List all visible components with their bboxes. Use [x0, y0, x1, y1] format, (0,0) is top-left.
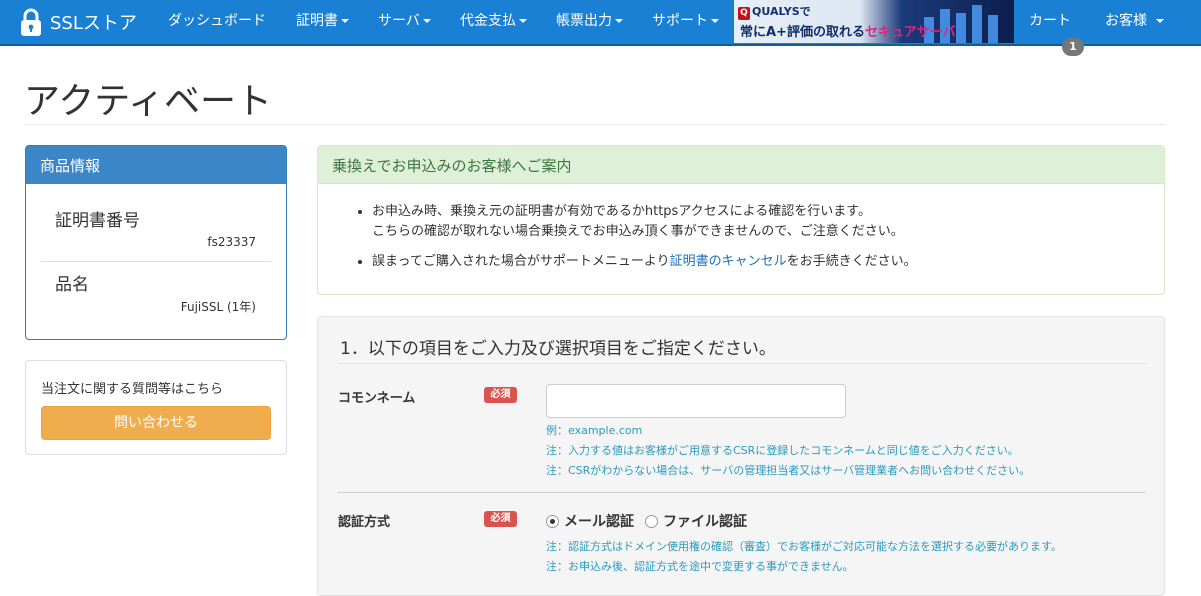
product-name-value: FujiSSL (1年) [180, 300, 256, 314]
nav-account-label: お客様 [1105, 13, 1147, 29]
common-name-label: コモンネーム [338, 391, 416, 406]
auth-file-label: ファイル認証 [663, 514, 747, 530]
auth-email-radio[interactable]: メール認証 [546, 511, 634, 531]
caret-down-icon [519, 19, 527, 23]
contact-button[interactable]: 問い合わせる [41, 406, 271, 440]
radio-unselected-icon [645, 514, 658, 528]
nav-reports[interactable]: 帳票出力 [556, 0, 623, 44]
nav-reports-label: 帳票出力 [556, 13, 612, 29]
banner-line2-prefix: 常にA+評価の取れる [740, 25, 865, 40]
auth-file-radio[interactable]: ファイル認証 [645, 511, 747, 531]
banner-suffix: で [799, 5, 811, 18]
nav-support[interactable]: サポート [652, 0, 719, 44]
required-badge: 必須 [484, 387, 517, 403]
notice-item2-prefix: 誤まってご購入された場合がサポートメニューより [372, 254, 670, 269]
nav-dashboard[interactable]: ダッシュボード [168, 0, 266, 44]
radio-selected-icon [546, 514, 559, 528]
divider [338, 492, 1146, 493]
nav-account[interactable]: お客様 [1105, 0, 1164, 44]
banner-line2: 常にA+評価の取れるセキュアサーバ [740, 21, 956, 40]
notice-list: お申込み時、乗換え元の証明書が有効であるかhttpsアクセスによる確認を行います… [372, 202, 917, 282]
banner-line2-highlight: セキュアサーバ [864, 25, 956, 40]
cert-number-label: 証明書番号 [55, 211, 140, 231]
form-step-title: 1．以下の項目をご入力及び選択項目をご指定ください。 [340, 339, 776, 359]
nav-cart[interactable]: カート [1029, 0, 1071, 44]
brand-link[interactable]: SSLストア [18, 0, 137, 44]
notice-item1-line2: こちらの確認が取れない場合乗換えでお申込み頂く事ができませんので、ご注意ください… [372, 224, 904, 239]
brand-name: SSLストア [50, 13, 137, 34]
required-badge: 必須 [484, 511, 517, 527]
common-name-help-note1: 注：入力する値はお客様がご用意するCSRに登録したコモンネームと同じ値をご入力く… [546, 444, 1019, 457]
notice-item2-suffix: をお手続きください。 [786, 254, 917, 269]
banner-brand: QUALYS [752, 5, 800, 18]
nav-support-label: サポート [652, 13, 708, 29]
caret-down-icon [422, 19, 431, 23]
auth-method-help-note1: 注：認証方式はドメイン使用権の確認（審査）でお客様がご対応可能な方法を選択する必… [546, 540, 1062, 553]
nav-payment-label: 代金支払 [460, 13, 516, 29]
banner-line1: Q QUALYSで [738, 3, 811, 20]
common-name-input[interactable] [546, 384, 846, 418]
nav-dashboard-label: ダッシュボード [168, 13, 266, 29]
nav-certificates[interactable]: 証明書 [296, 0, 349, 44]
common-name-help-note2: 注：CSRがわからない場合は、サーバの管理担当者又はサーバ管理業者へお問い合わせ… [546, 464, 1031, 477]
cart-count-badge: 1 [1062, 38, 1084, 56]
contact-text: 当注文に関する質問等はこちら [41, 382, 224, 397]
caret-down-icon [711, 19, 719, 23]
list-item: 誤まってご購入された場合がサポートメニューより証明書のキャンセルをお手続きくださ… [372, 252, 917, 272]
notice-heading: 乗換えでお申込みのお客様へご案内 [318, 146, 1164, 184]
divider [24, 124, 1165, 125]
top-navbar: SSLストア ダッシュボード 証明書 サーバ 代金支払 帳票出力 サポート QQ… [0, 0, 1201, 46]
caret-down-icon [341, 19, 349, 23]
banner-building [972, 5, 982, 43]
divider [338, 363, 1146, 364]
page-title: アクティベート [24, 81, 273, 122]
lock-icon [18, 7, 44, 37]
list-item: お申込み時、乗換え元の証明書が有効であるかhttpsアクセスによる確認を行います… [372, 202, 917, 242]
transfer-notice-panel: 乗換えでお申込みのお客様へご案内 お申込み時、乗換え元の証明書が有効であるかht… [317, 145, 1165, 295]
nav-servers-label: サーバ [378, 13, 420, 29]
caret-down-icon [1156, 19, 1164, 23]
product-name-label: 品名 [55, 275, 89, 295]
auth-method-label: 認証方式 [338, 515, 391, 530]
cancel-certificate-link[interactable]: 証明書のキャンセル [670, 254, 787, 269]
nav-servers[interactable]: サーバ [378, 0, 431, 44]
caret-down-icon [615, 19, 623, 23]
nav-cart-label: カート [1029, 13, 1071, 29]
divider [41, 261, 271, 262]
common-name-help-example: 例：example.com [546, 424, 643, 437]
activation-form-panel: 1．以下の項目をご入力及び選択項目をご指定ください。 コモンネーム 必須 例：e… [317, 316, 1165, 596]
nav-payment[interactable]: 代金支払 [460, 0, 527, 44]
qualys-logo-icon: Q [738, 7, 750, 20]
qualys-banner[interactable]: Q QUALYSで 常にA+評価の取れるセキュアサーバ [734, 0, 1014, 43]
product-info-panel: 商品情報 証明書番号 fs23337 品名 FujiSSL (1年) [25, 145, 287, 340]
contact-panel: 当注文に関する質問等はこちら 問い合わせる [25, 360, 287, 455]
cert-number-value: fs23337 [207, 235, 256, 249]
banner-building [956, 13, 966, 43]
banner-building [988, 15, 998, 43]
auth-method-help-note2: 注：お申込み後、認証方式を途中で変更する事ができません。 [546, 560, 854, 573]
auth-email-label: メール認証 [564, 514, 634, 530]
notice-item1-line1: お申込み時、乗換え元の証明書が有効であるかhttpsアクセスによる確認を行います… [372, 204, 871, 219]
product-info-heading: 商品情報 [26, 146, 286, 184]
nav-certificates-label: 証明書 [296, 13, 338, 29]
